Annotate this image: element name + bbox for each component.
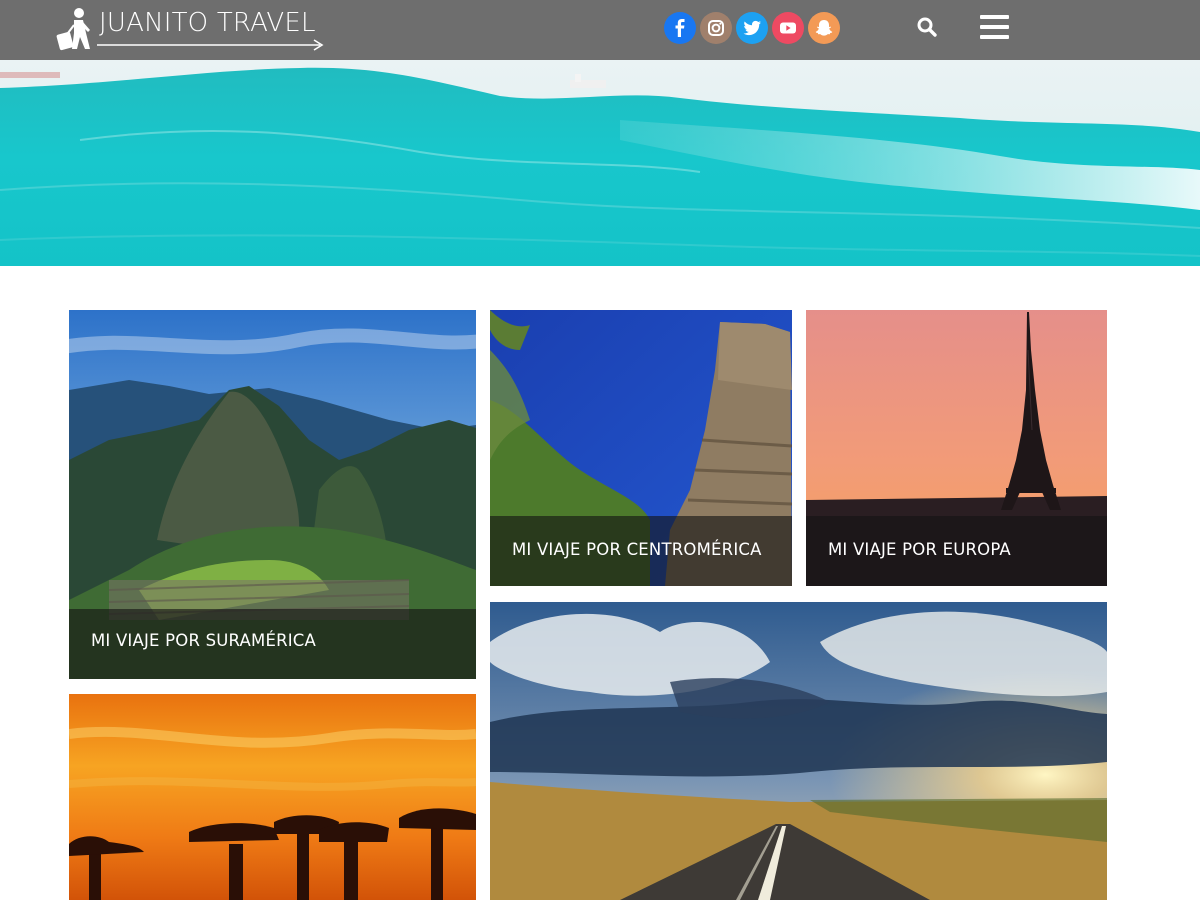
youtube-button[interactable] (772, 12, 804, 44)
logo-text: JUANITO TRAVEL (99, 8, 316, 38)
card-label: MI VIAJE POR EUROPA (806, 516, 1107, 586)
twitter-icon (743, 20, 761, 36)
youtube-icon (780, 22, 796, 34)
hero-banner (0, 60, 1200, 266)
hamburger-menu-button[interactable] (978, 13, 1010, 43)
card-label: MI VIAJE POR SURAMÉRICA (69, 609, 476, 679)
card-suramerica[interactable]: MI VIAJE POR SURAMÉRICA (69, 310, 476, 679)
facebook-button[interactable] (664, 12, 696, 44)
instagram-button[interactable] (700, 12, 732, 44)
search-icon (917, 17, 937, 37)
card-road[interactable] (490, 602, 1107, 900)
site-header: JUANITO TRAVEL (0, 0, 1200, 60)
twitter-button[interactable] (736, 12, 768, 44)
instagram-icon (708, 20, 724, 36)
card-centromerica[interactable]: MI VIAJE POR CENTROMÉRICA (490, 310, 792, 586)
hamburger-menu-icon (980, 15, 1009, 19)
road-sunset-image (490, 602, 1107, 900)
search-button[interactable] (914, 14, 940, 40)
facebook-icon (675, 19, 685, 37)
site-logo[interactable]: JUANITO TRAVEL (52, 5, 332, 55)
card-baobab[interactable] (69, 694, 476, 900)
ocean-wave-image (0, 60, 1200, 266)
snapchat-icon (815, 20, 833, 36)
baobab-sunset-image (69, 694, 476, 900)
card-label: MI VIAJE POR CENTROMÉRICA (490, 516, 792, 586)
snapchat-button[interactable] (808, 12, 840, 44)
card-europa[interactable]: MI VIAJE POR EUROPA (806, 310, 1107, 586)
